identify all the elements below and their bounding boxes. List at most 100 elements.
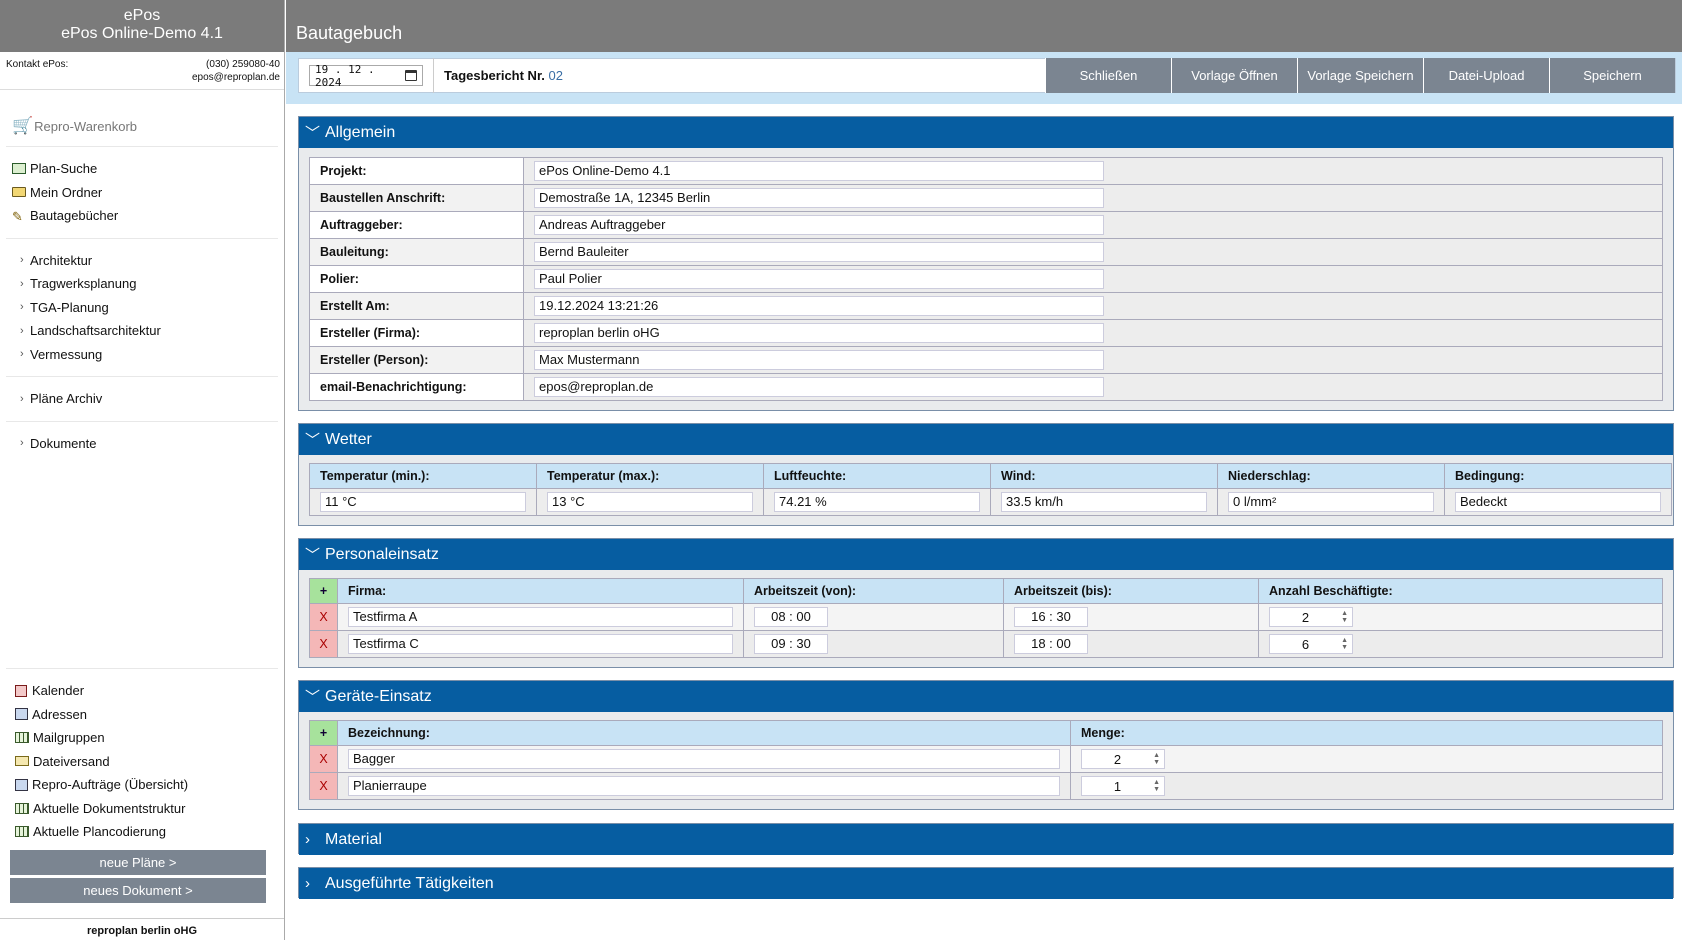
text-field[interactable]: Demostraße 1A, 12345 Berlin xyxy=(534,188,1104,208)
delete-row-button[interactable]: X xyxy=(309,745,338,773)
firma-input[interactable]: Testfirma A xyxy=(348,607,733,627)
number-stepper[interactable]: 6 ▲ ▼ xyxy=(1269,634,1353,654)
nav-label: Repro-Aufträge (Übersicht) xyxy=(32,777,189,793)
bezeichnung-input[interactable]: Planierraupe xyxy=(348,776,1060,796)
panel-taetigkeiten-header[interactable]: › Ausgeführte Tätigkeiten xyxy=(299,868,1673,899)
delete-row-button[interactable]: X xyxy=(309,630,338,658)
nav-tga-planung[interactable]: › TGA-Planung xyxy=(12,296,284,320)
panel-allgemein-header[interactable]: ﹀ Allgemein xyxy=(299,117,1673,148)
brand-subtitle: ePos Online-Demo 4.1 xyxy=(61,25,223,42)
close-button[interactable]: Schließen xyxy=(1045,58,1171,93)
time-from-input[interactable]: 09 : 30 xyxy=(754,634,828,654)
nav-plaene-archiv[interactable]: › Pläne Archiv xyxy=(12,387,284,411)
number-stepper[interactable]: 2 ▲ ▼ xyxy=(1269,607,1353,627)
tools-nav: Kalender Adressen Mailgruppen Dateiversa… xyxy=(0,679,284,844)
nav-plan-search[interactable]: Plan-Suche xyxy=(12,157,284,181)
nav-tragwerksplanung[interactable]: › Tragwerksplanung xyxy=(12,272,284,296)
text-field[interactable]: Paul Polier xyxy=(534,269,1104,289)
panel-geraete-header[interactable]: ﹀ Geräte-Einsatz xyxy=(299,681,1673,712)
document-structure-icon xyxy=(15,802,29,814)
spinner-arrows-icon[interactable]: ▲ ▼ xyxy=(1153,779,1160,793)
nav-mailgruppen[interactable]: Mailgruppen xyxy=(15,726,284,750)
text-field[interactable]: ePos Online-Demo 4.1 xyxy=(534,161,1104,181)
firma-input[interactable]: Testfirma C xyxy=(348,634,733,654)
nav-dokumente[interactable]: › Dokumente xyxy=(12,432,284,456)
weather-value-field[interactable]: 13 °C xyxy=(547,492,753,512)
spinner-arrows-icon[interactable]: ▲ ▼ xyxy=(1341,637,1348,651)
date-input[interactable]: 19 . 12 . 2024 xyxy=(309,63,423,89)
nav-dateiversand[interactable]: Dateiversand xyxy=(15,750,284,774)
weather-value-field[interactable]: 0 l/mm² xyxy=(1228,492,1434,512)
nav-dokumentstruktur[interactable]: Aktuelle Dokumentstruktur xyxy=(15,797,284,821)
weather-cell: 0 l/mm² xyxy=(1217,488,1445,516)
save-template-button[interactable]: Vorlage Speichern xyxy=(1297,58,1423,93)
spinner-arrows-icon[interactable]: ▲ ▼ xyxy=(1341,610,1348,624)
archive-nav: › Pläne Archiv xyxy=(0,387,284,411)
weather-value-field[interactable]: Bedeckt xyxy=(1455,492,1661,512)
table-row: Polier: Paul Polier xyxy=(309,265,1663,293)
field-label: Ersteller (Firma): xyxy=(309,319,524,347)
delete-row-button[interactable]: X xyxy=(309,603,338,631)
time-from-input[interactable]: 08 : 00 xyxy=(754,607,828,627)
chevron-down-icon: ﹀ xyxy=(305,547,321,564)
firma-cell: Testfirma A xyxy=(337,603,744,631)
open-template-button[interactable]: Vorlage Öffnen xyxy=(1171,58,1297,93)
nav-my-folder[interactable]: Mein Ordner xyxy=(12,181,284,205)
text-field[interactable]: Andreas Auftraggeber xyxy=(534,215,1104,235)
panel-wetter-header[interactable]: ﹀ Wetter xyxy=(299,424,1673,455)
table-row: Baustellen Anschrift: Demostraße 1A, 1234… xyxy=(309,184,1663,212)
field-cell: epos@reproplan.de xyxy=(523,373,1663,401)
panel-title: Ausgeführte Tätigkeiten xyxy=(325,874,494,892)
save-button[interactable]: Speichern xyxy=(1549,58,1675,93)
weather-value-field[interactable]: 11 °C xyxy=(320,492,526,512)
nav-architektur[interactable]: › Architektur xyxy=(12,249,284,273)
panel-title: Wetter xyxy=(325,430,372,448)
panel-material: › Material xyxy=(298,823,1674,855)
time-to-input[interactable]: 16 : 30 xyxy=(1014,607,1088,627)
text-field[interactable]: epos@reproplan.de xyxy=(534,377,1104,397)
nav-adressen[interactable]: Adressen xyxy=(15,703,284,727)
add-equipment-button[interactable]: + xyxy=(309,720,338,746)
nav-plancodierung[interactable]: Aktuelle Plancodierung xyxy=(15,820,284,844)
text-field[interactable]: 19.12.2024 13:21:26 xyxy=(534,296,1104,316)
panel-personaleinsatz: ﹀ Personaleinsatz + Firma: Arbeitszeit (… xyxy=(298,538,1674,668)
sidebar-footer: reproplan berlin oHG xyxy=(0,918,284,940)
nav-label: Bautagebücher xyxy=(30,208,119,224)
number-stepper[interactable]: 1 ▲ ▼ xyxy=(1081,776,1165,796)
file-upload-button[interactable]: Datei-Upload xyxy=(1423,58,1549,93)
text-field[interactable]: Max Mustermann xyxy=(534,350,1104,370)
folder-icon xyxy=(12,187,26,198)
nav-landschaftsarchitektur[interactable]: › Landschaftsarchitektur xyxy=(12,319,284,343)
time-to-input[interactable]: 18 : 00 xyxy=(1014,634,1088,654)
nav-construction-diaries[interactable]: ✎ Bautagebücher xyxy=(12,204,284,228)
weather-header: Temperatur (min.): xyxy=(309,463,537,489)
text-field[interactable]: reproplan berlin oHG xyxy=(534,323,1104,343)
panel-material-header[interactable]: › Material xyxy=(299,824,1673,855)
new-document-button[interactable]: neues Dokument > xyxy=(10,877,266,903)
field-label: Auftraggeber: xyxy=(309,211,524,239)
new-plans-button[interactable]: neue Pläne > xyxy=(10,849,266,875)
chevron-right-icon: › xyxy=(20,437,24,450)
nav-kalender[interactable]: Kalender xyxy=(15,679,284,703)
repro-cart-link[interactable]: 🛒 Repro-Warenkorb xyxy=(12,116,284,136)
panel-title: Personaleinsatz xyxy=(325,545,439,563)
chevron-right-icon: › xyxy=(20,277,24,290)
text-field[interactable]: Bernd Bauleiter xyxy=(534,242,1104,262)
divider xyxy=(6,420,278,422)
spinner-arrows-icon[interactable]: ▲ ▼ xyxy=(1153,752,1160,766)
number-stepper[interactable]: 2 ▲ ▼ xyxy=(1081,749,1165,769)
nav-vermessung[interactable]: › Vermessung xyxy=(12,343,284,367)
weather-value-field[interactable]: 33.5 km/h xyxy=(1001,492,1207,512)
contact-email[interactable]: epos@reproplan.de xyxy=(192,71,280,84)
nav-label: Pläne Archiv xyxy=(30,391,103,407)
weather-value-field[interactable]: 74.21 % xyxy=(774,492,980,512)
calendar-icon[interactable] xyxy=(405,70,417,81)
add-personnel-button[interactable]: + xyxy=(309,578,338,604)
panel-personal-header[interactable]: ﹀ Personaleinsatz xyxy=(299,539,1673,570)
bezeichnung-input[interactable]: Bagger xyxy=(348,749,1060,769)
delete-row-button[interactable]: X xyxy=(309,772,338,800)
menge-cell: 2 ▲ ▼ xyxy=(1070,745,1663,773)
nav-repro-auftraege[interactable]: Repro-Aufträge (Übersicht) xyxy=(15,773,284,797)
field-cell: 19.12.2024 13:21:26 xyxy=(523,292,1663,320)
divider xyxy=(6,668,278,669)
